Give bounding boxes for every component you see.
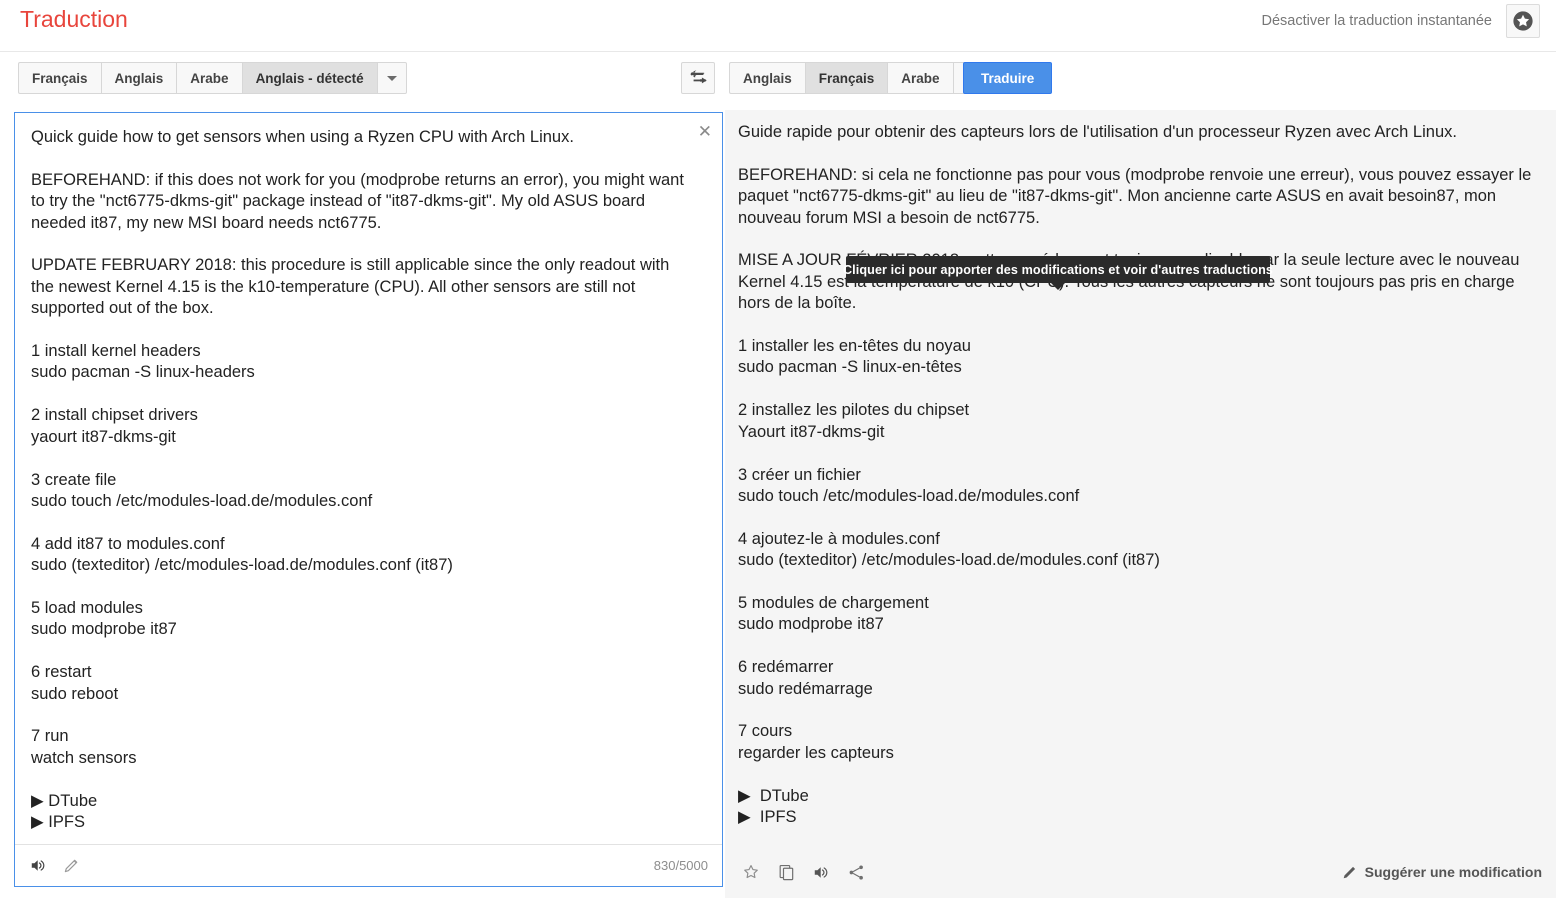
source-panel[interactable]: Quick guide how to get sensors when usin… — [14, 112, 723, 887]
pencil-filled-icon — [1343, 866, 1355, 878]
translation-panes: Quick guide how to get sensors when usin… — [0, 110, 1556, 898]
source-textarea[interactable]: Quick guide how to get sensors when usin… — [15, 113, 722, 843]
star-outline-icon[interactable] — [741, 862, 761, 882]
target-lang-tab-1[interactable]: Français — [804, 62, 888, 94]
source-lang-tab-1[interactable]: Anglais — [100, 62, 177, 94]
star-circle-icon-button[interactable] — [1506, 4, 1540, 38]
swap-languages-button[interactable] — [681, 62, 715, 94]
header-actions: Désactiver la traduction instantanée — [1261, 4, 1540, 38]
source-lang-more-button[interactable] — [376, 62, 407, 94]
target-lang-tab-0[interactable]: Anglais — [729, 62, 805, 94]
source-footer-icons — [29, 856, 81, 875]
suggest-edit-label: Suggérer une modification — [1364, 864, 1542, 880]
star-circle-icon — [1513, 11, 1533, 31]
suggest-edit-button[interactable]: Suggérer une modification — [1341, 864, 1542, 881]
target-language-tabs: Anglais Français Arabe — [729, 62, 983, 94]
chevron-down-icon — [386, 75, 397, 81]
speaker-icon[interactable] — [812, 863, 831, 882]
close-icon[interactable]: ✕ — [698, 123, 712, 140]
swap-languages-icon — [689, 70, 707, 83]
source-lang-tab-3[interactable]: Anglais - détecté — [241, 62, 377, 94]
translate-page: Traduction Désactiver la traduction inst… — [0, 0, 1556, 898]
copy-icon[interactable] — [777, 863, 796, 882]
edit-translation-tooltip: Cliquer ici pour apporter des modificati… — [842, 256, 1274, 290]
toggle-instant-translation[interactable]: Désactiver la traduction instantanée — [1261, 13, 1492, 29]
source-language-tabs: Français Anglais Arabe Anglais - détecté — [18, 62, 407, 94]
source-lang-tab-2[interactable]: Arabe — [176, 62, 242, 94]
page-header: Traduction Désactiver la traduction inst… — [0, 0, 1556, 52]
pencil-icon[interactable] — [62, 856, 81, 875]
source-lang-tab-0[interactable]: Français — [18, 62, 101, 94]
translate-button[interactable]: Traduire — [963, 62, 1053, 94]
speaker-icon[interactable] — [29, 856, 48, 875]
tooltip-label: Cliquer ici pour apporter des modificati… — [842, 262, 1274, 277]
target-footer-icons — [741, 862, 866, 882]
character-count: 830/5000 — [653, 858, 708, 873]
source-panel-footer: 830/5000 — [15, 844, 722, 886]
target-panel-footer: Suggérer une modification — [725, 852, 1556, 892]
target-panel: Guide rapide pour obtenir des capteurs l… — [725, 110, 1556, 898]
target-lang-tab-2[interactable]: Arabe — [887, 62, 953, 94]
page-title: Traduction — [20, 6, 128, 32]
translated-text[interactable]: Guide rapide pour obtenir des capteurs l… — [725, 110, 1556, 838]
language-bar: Français Anglais Arabe Anglais - détecté… — [0, 52, 1556, 103]
share-icon[interactable] — [847, 863, 866, 882]
tooltip-arrow-icon — [1051, 283, 1065, 290]
